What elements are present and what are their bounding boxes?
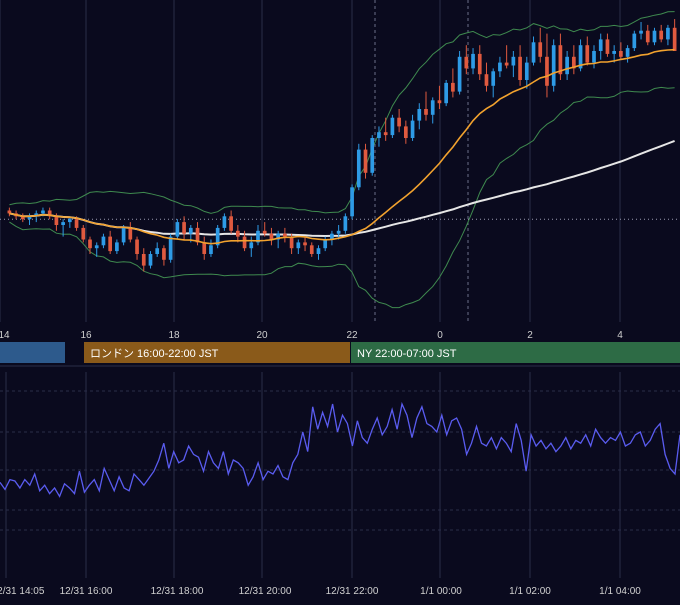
candle bbox=[370, 135, 375, 176]
main-x-tick-label: 2 bbox=[527, 330, 533, 341]
session-label: NY 22:00-07:00 JST bbox=[357, 348, 457, 360]
candle bbox=[215, 225, 220, 249]
main-x-tick-label: 22 bbox=[346, 330, 358, 341]
oscillator-x-tick-label: 12/31 14:05 bbox=[0, 586, 45, 597]
candle bbox=[632, 30, 637, 51]
oscillator-x-tick-label: 1/1 04:00 bbox=[599, 586, 641, 597]
oscillator-x-tick-label: 12/31 20:00 bbox=[239, 586, 292, 597]
chart-canvas: 14 16 18 20 22 0 2 4 ロンドン 16:00-22:00 JST NY 22:… bbox=[0, 0, 680, 600]
candle bbox=[350, 184, 354, 220]
chart-root: 14 16 18 20 22 0 2 4 ロンドン 16:00-22:00 JST NY 22:… bbox=[0, 0, 680, 600]
candle bbox=[457, 51, 462, 95]
candle bbox=[390, 114, 395, 138]
oscillator-x-tick-label: 1/1 02:00 bbox=[509, 586, 551, 597]
session-bar: ロンドン 16:00-22:00 JST NY 22:00-07:00 JST bbox=[0, 342, 680, 363]
main-x-tick-label: 20 bbox=[256, 330, 268, 341]
oscillator-x-tick-label: 1/1 00:00 bbox=[420, 586, 462, 597]
candle bbox=[175, 219, 180, 240]
session-block bbox=[0, 342, 65, 363]
session-label: ロンドン 16:00-22:00 JST bbox=[90, 348, 219, 360]
candle bbox=[551, 39, 556, 92]
main-x-tick-label: 16 bbox=[80, 330, 92, 341]
candle bbox=[343, 213, 348, 234]
oscillator-x-tick-label: 12/31 16:00 bbox=[60, 586, 113, 597]
main-x-tick-label: 4 bbox=[617, 330, 623, 341]
oscillator-x-tick-label: 12/31 18:00 bbox=[151, 586, 204, 597]
main-x-tick-label: 14 bbox=[0, 330, 10, 341]
main-x-tick-label: 0 bbox=[437, 330, 443, 341]
main-x-tick-label: 18 bbox=[168, 330, 180, 341]
oscillator-x-tick-label: 12/31 22:00 bbox=[326, 586, 379, 597]
candle bbox=[444, 80, 449, 107]
candle bbox=[356, 143, 361, 191]
